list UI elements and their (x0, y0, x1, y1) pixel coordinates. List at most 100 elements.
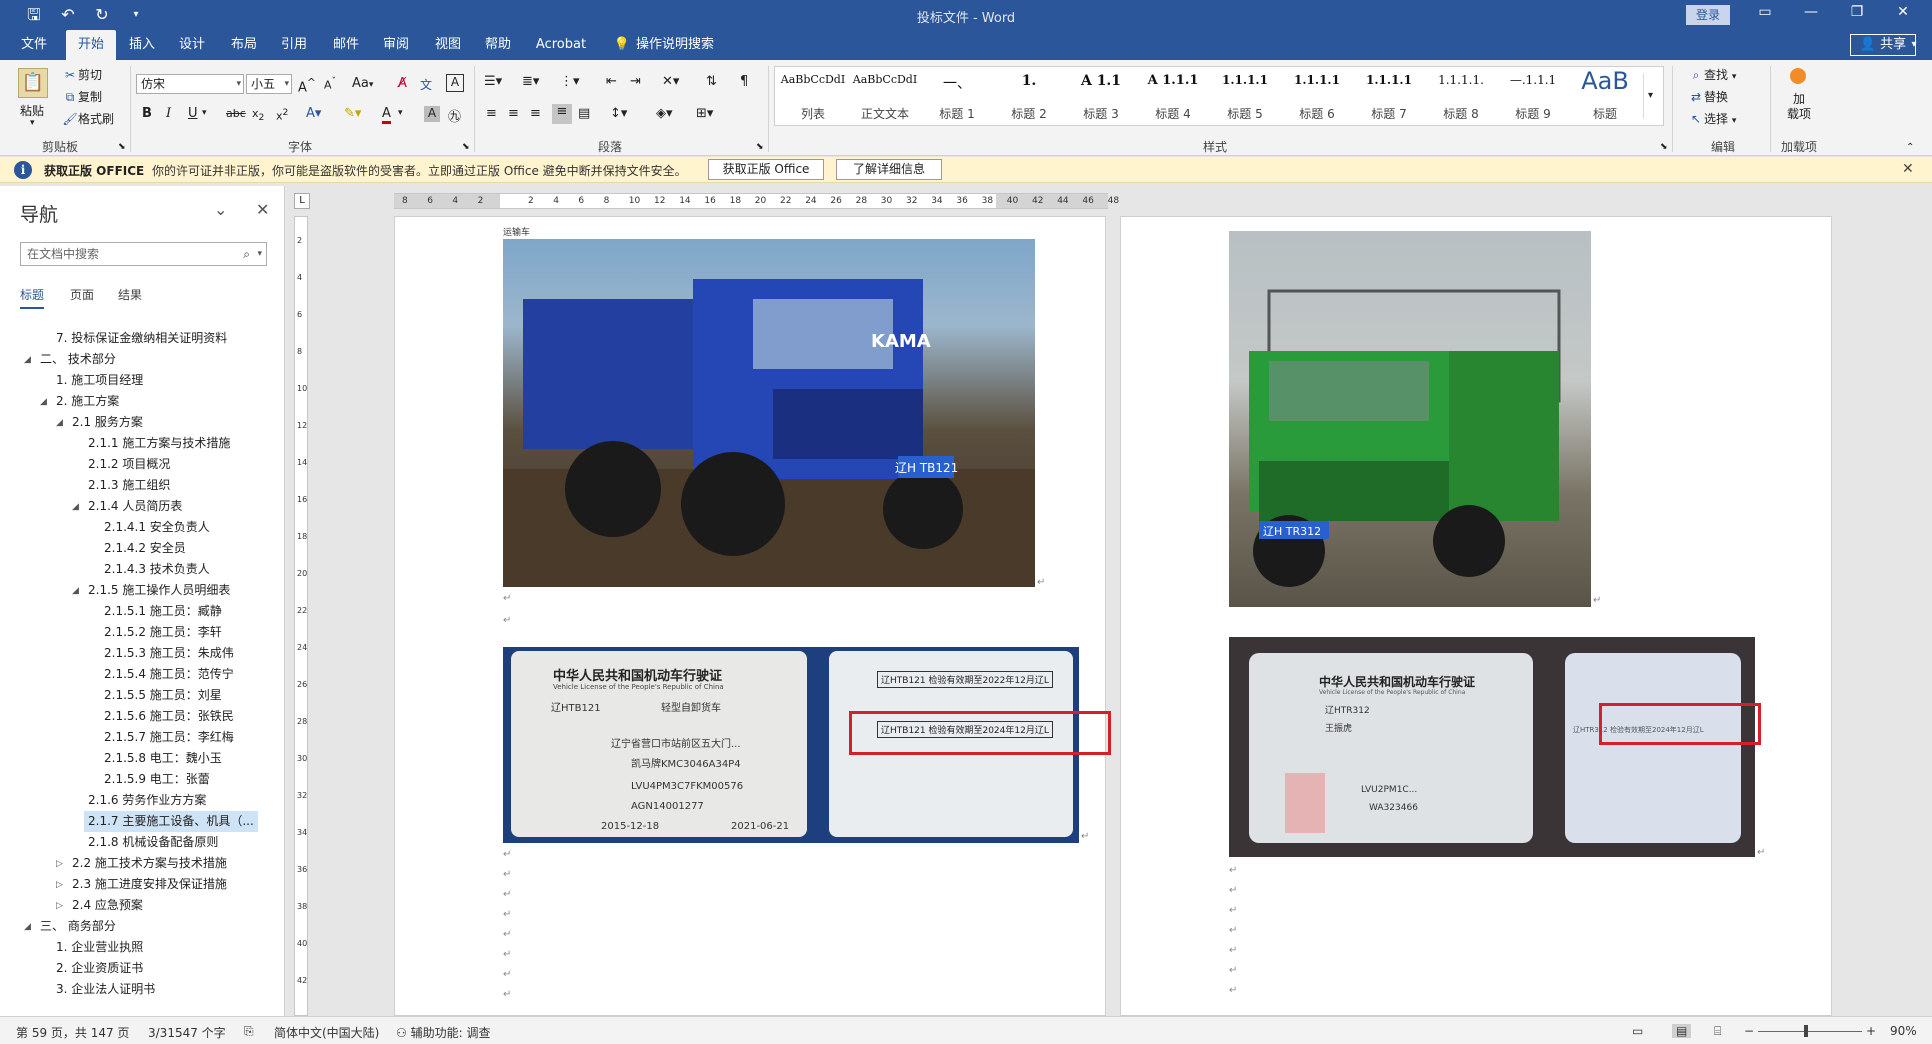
style-item[interactable]: A 1.1.1 标题 4 (1137, 67, 1209, 125)
minimize-icon[interactable]: — (1796, 4, 1826, 20)
collapse-triangle-icon[interactable]: ◢ (72, 586, 79, 596)
chevron-down-icon[interactable]: ⌄ (214, 200, 227, 219)
zoom-in-icon[interactable]: + (1866, 1024, 1876, 1038)
sort-icon[interactable]: ⇅ (706, 74, 717, 89)
close-icon[interactable]: ✕ (1888, 4, 1918, 20)
nav-tree-item[interactable]: 2.3 施工进度安排及保证措施 (72, 874, 227, 895)
font-color-dropdown-icon[interactable]: ▾ (398, 108, 403, 118)
nav-tree-item[interactable]: 2.1.8 机械设备配备原则 (88, 832, 218, 853)
addins-icon[interactable] (1790, 68, 1806, 84)
expand-triangle-icon[interactable]: ▷ (56, 859, 63, 869)
shrink-font-icon[interactable]: Aˇ (324, 76, 336, 92)
show-marks-icon[interactable]: ¶ (740, 74, 748, 89)
bullets-icon[interactable]: ☰▾ (484, 74, 502, 89)
copy-button[interactable]: ⧉ 复制 (62, 88, 102, 105)
style-item[interactable]: 1. 标题 2 (993, 67, 1065, 125)
align-left-icon[interactable]: ≡ (486, 106, 497, 121)
char-shading-icon[interactable]: A (424, 106, 440, 122)
shading-icon[interactable]: ◈▾ (656, 106, 673, 121)
paragraph-launcher-icon[interactable]: ⬊ (756, 142, 764, 152)
nav-tree-item[interactable]: 7. 投标保证金缴纳相关证明资料 (56, 328, 227, 349)
replace-button[interactable]: ⇄ 替换 (1688, 88, 1728, 105)
ribbon-display-icon[interactable]: ▭ (1750, 4, 1780, 20)
nav-tree-item[interactable]: 2.1.4 人员简历表 (88, 496, 182, 517)
font-color-icon[interactable]: A (382, 106, 391, 124)
nav-tree-item[interactable]: 2.4 应急预案 (72, 895, 143, 916)
nav-search-input[interactable]: 在文档中搜索 ⌕ ▾ (20, 242, 267, 266)
web-layout-icon[interactable]: ⌸ (1714, 1024, 1721, 1039)
nav-tree-item[interactable]: 2.1.5.8 电工：魏小玉 (104, 748, 222, 769)
find-button[interactable]: ⌕ 查找 ▾ (1688, 66, 1737, 83)
collapse-triangle-icon[interactable]: ◢ (56, 418, 63, 428)
style-item[interactable]: 1.1.1.1 标题 5 (1209, 67, 1281, 125)
nav-tree-item[interactable]: 2.1.6 劳务作业方方案 (88, 790, 206, 811)
change-case-button[interactable]: Aa▾ (352, 76, 373, 91)
zoom-slider[interactable] (1758, 1031, 1862, 1032)
addins-button[interactable]: 加 载项 (1782, 92, 1816, 122)
print-layout-icon[interactable]: ▤ (1672, 1024, 1692, 1038)
nav-tree-item[interactable]: 2.1.5.4 施工员：范传宁 (104, 664, 234, 685)
nav-tree-item[interactable]: 三、 商务部分 (40, 916, 116, 937)
style-item[interactable]: 1.1.1.1 标题 6 (1281, 67, 1353, 125)
tab-file[interactable]: 文件 (8, 30, 60, 60)
nav-tree-item[interactable]: 2. 施工方案 (56, 391, 119, 412)
phonetic-guide-icon[interactable]: 文 (420, 76, 432, 93)
align-center-icon[interactable]: ≡ (508, 106, 519, 121)
clipboard-launcher-icon[interactable]: ⬊ (118, 142, 126, 152)
nav-tab-results[interactable]: 结果 (118, 286, 142, 303)
chinese-layout-icon[interactable]: ✕▾ (662, 74, 679, 89)
styles-launcher-icon[interactable]: ⬊ (1660, 142, 1668, 152)
close-icon[interactable]: ✕ (256, 200, 269, 219)
increase-indent-icon[interactable]: ⇥ (630, 74, 641, 89)
restore-icon[interactable]: ❐ (1842, 4, 1872, 20)
nav-tree-item[interactable]: 2.1.4.2 安全员 (104, 538, 186, 559)
highlight-icon[interactable]: ✎▾ (344, 106, 361, 121)
select-button[interactable]: ↖ 选择 ▾ (1688, 110, 1736, 127)
bold-icon[interactable]: B (142, 106, 152, 121)
language[interactable]: 简体中文(中国大陆) (274, 1024, 379, 1041)
font-name-combo[interactable]: 仿宋 ▾ (136, 74, 244, 94)
clear-format-icon[interactable]: A̸ (398, 76, 407, 91)
nav-tree-item[interactable]: 3. 企业法人证明书 (56, 979, 155, 1000)
style-item[interactable]: 1.1.1.1. 标题 8 (1425, 67, 1497, 125)
tab-design[interactable]: 设计 (168, 30, 216, 60)
paste-button[interactable]: 粘贴 (20, 102, 44, 119)
style-item[interactable]: A 1.1 标题 3 (1065, 67, 1137, 125)
nav-tab-pages[interactable]: 页面 (70, 286, 94, 303)
line-spacing-icon[interactable]: ↕▾ (610, 106, 627, 121)
word-count[interactable]: 3/31547 个字 (148, 1024, 226, 1041)
collapse-triangle-icon[interactable]: ◢ (40, 397, 47, 407)
style-item[interactable]: AaBbCcDdI 列表 (777, 67, 849, 125)
tab-help[interactable]: 帮助 (474, 30, 522, 60)
tell-me-search[interactable]: 操作说明搜索 (636, 30, 716, 60)
nav-tree-item[interactable]: 2.1.1 施工方案与技术措施 (88, 433, 230, 454)
expand-triangle-icon[interactable]: ▷ (56, 901, 63, 911)
vertical-ruler[interactable] (294, 216, 308, 1016)
styles-more-icon[interactable]: ▾ (1643, 73, 1653, 119)
nav-tree-item[interactable]: 2.1 服务方案 (72, 412, 143, 433)
search-icon[interactable]: ⌕ (243, 243, 250, 265)
grow-font-icon[interactable]: A^ (298, 76, 316, 95)
document-page-left[interactable]: 运输车 辽H TB121 KAMA ↵ ↵ ↵ 中华人民共和国机动车行驶证 Ve… (394, 216, 1111, 1016)
nav-tree-item[interactable]: 1. 企业营业执照 (56, 937, 143, 958)
learn-more-button[interactable]: 了解详细信息 (836, 159, 942, 180)
nav-tree-item[interactable]: 2.1.4.1 安全负责人 (104, 517, 210, 538)
borders-icon[interactable]: ⊞▾ (696, 106, 713, 121)
tab-insert[interactable]: 插入 (118, 30, 166, 60)
collapse-triangle-icon[interactable]: ◢ (24, 355, 31, 365)
enclose-char-icon[interactable]: ㊈ (448, 106, 461, 125)
accessibility-status[interactable]: ⚇ 辅助功能: 调查 (396, 1024, 490, 1041)
style-item[interactable]: AaB 标题 (1569, 67, 1641, 125)
underline-icon[interactable]: U (188, 106, 198, 121)
chevron-down-icon[interactable]: ▾ (257, 243, 262, 265)
style-item[interactable]: 1.1.1.1 标题 7 (1353, 67, 1425, 125)
char-border-icon[interactable]: A (446, 74, 464, 92)
nav-tree-item[interactable]: 2.1.5 施工操作人员明细表 (88, 580, 230, 601)
nav-tree-item[interactable]: 2.1.7 主要施工设备、机具（... (84, 811, 258, 832)
justify-icon[interactable]: ≡ (552, 104, 572, 124)
nav-tree-item[interactable]: 二、 技术部分 (40, 349, 116, 370)
paste-icon[interactable]: 📋 (18, 68, 48, 98)
zoom-out-icon[interactable]: − (1744, 1024, 1754, 1038)
nav-tab-headings[interactable]: 标题 (20, 286, 45, 309)
tab-view[interactable]: 视图 (424, 30, 472, 60)
